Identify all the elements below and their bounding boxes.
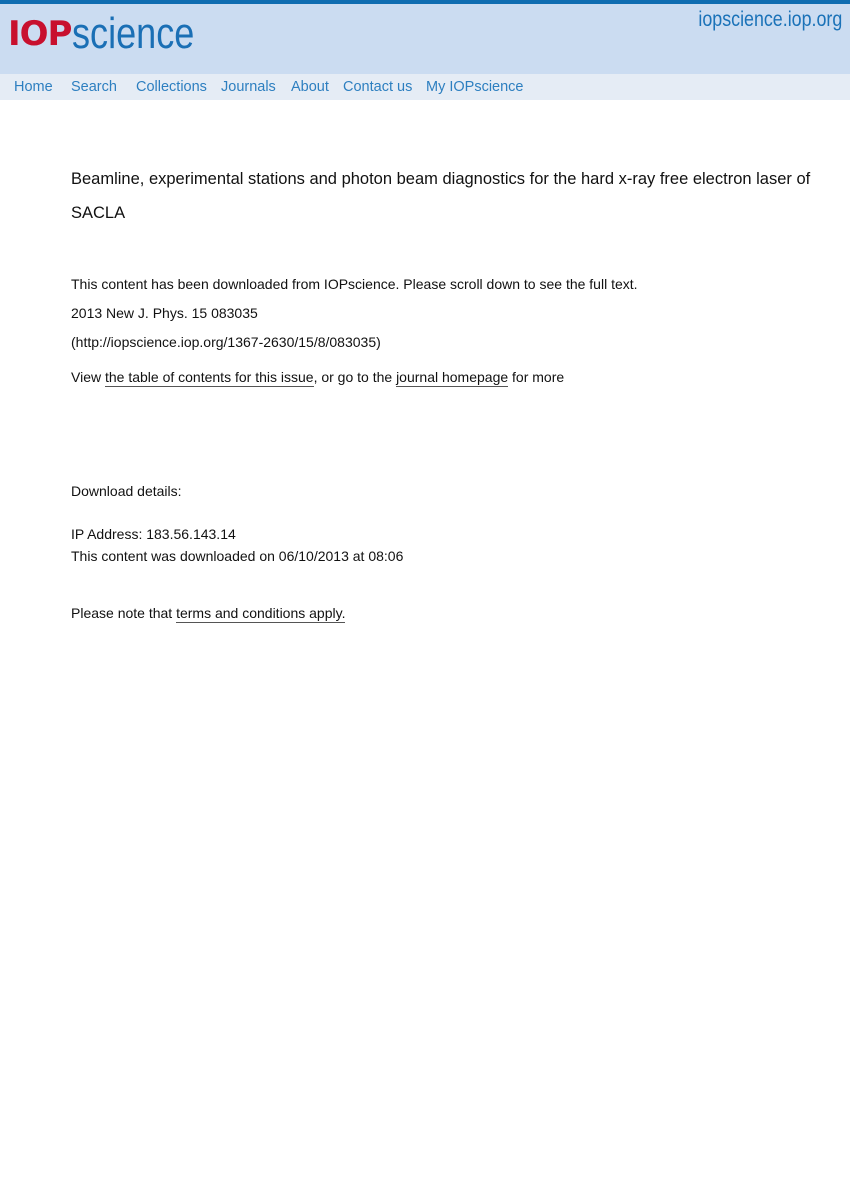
article-title: Beamline, experimental stations and phot… [71, 170, 811, 222]
logo-science-text: science [72, 9, 195, 58]
nav-collections[interactable]: Collections [136, 79, 207, 95]
download-notice: This content has been downloaded from IO… [71, 276, 638, 292]
nav-home[interactable]: Home [14, 79, 53, 95]
iopscience-logo[interactable]: IOP science [8, 6, 222, 58]
site-header: IOP science iopscience.iop.org [0, 4, 850, 74]
article-url: (http://iopscience.iop.org/1367-2630/15/… [71, 334, 381, 350]
table-of-contents-link[interactable]: the table of contents for this issue [104, 369, 314, 387]
view-prefix: View [71, 369, 105, 385]
download-details-heading: Download details: [71, 483, 182, 499]
site-url[interactable]: iopscience.iop.org [698, 8, 842, 32]
view-links-line: View the table of contents for this issu… [71, 369, 565, 387]
terms-and-conditions-link[interactable]: terms and conditions apply. [176, 605, 346, 623]
terms-line: Please note that terms and conditions ap… [71, 605, 346, 623]
view-middle: , or go to the [313, 369, 397, 385]
nav-about[interactable]: About [291, 79, 329, 95]
nav-search[interactable]: Search [71, 79, 117, 95]
nav-journals[interactable]: Journals [221, 79, 276, 95]
nav-my-iopscience[interactable]: My IOPscience [426, 79, 524, 95]
journal-homepage-link[interactable]: journal homepage [396, 369, 509, 387]
view-suffix: for more [508, 369, 565, 385]
main-nav: Home Search Collections Journals About C… [0, 74, 850, 100]
citation: 2013 New J. Phys. 15 083035 [71, 305, 258, 321]
logo-iop-text: IOP [8, 14, 72, 54]
terms-prefix: Please note that [71, 605, 177, 621]
download-timestamp: This content was downloaded on 06/10/201… [71, 548, 404, 564]
ip-address: IP Address: 183.56.143.14 [71, 526, 236, 542]
nav-contact-us[interactable]: Contact us [343, 79, 412, 95]
